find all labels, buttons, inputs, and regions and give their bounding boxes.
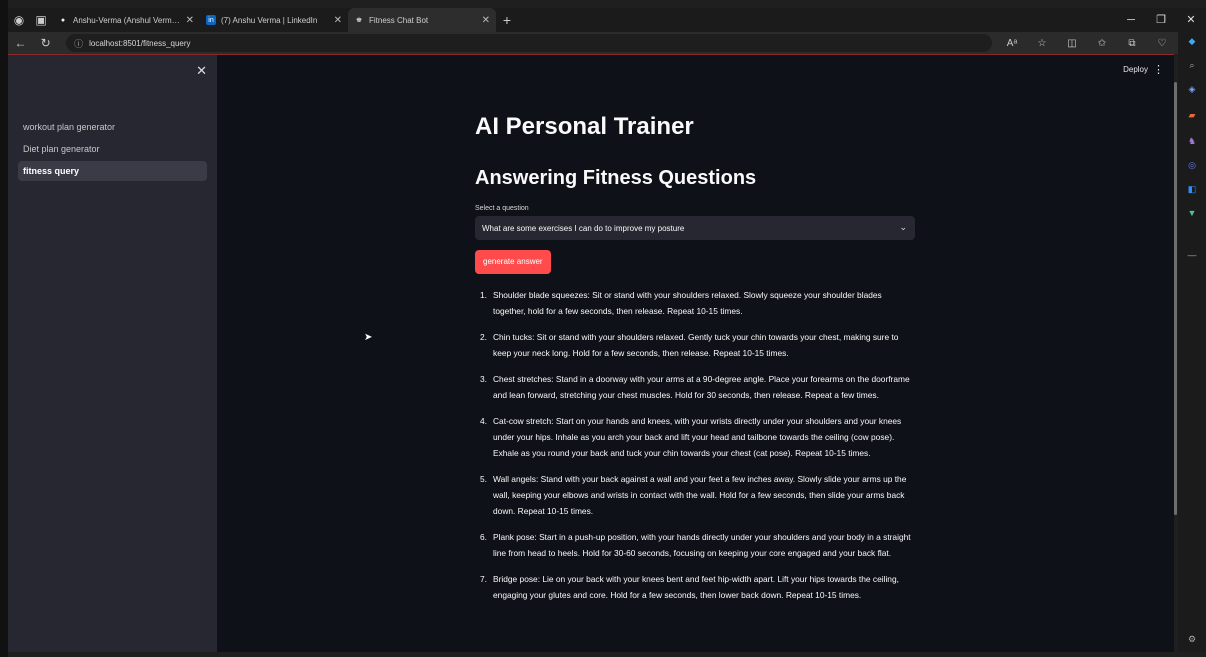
favorites-icon[interactable]: ✩ [1088,38,1116,49]
chevron-down-icon: ⌄ [899,222,907,232]
games-icon[interactable]: ♞ [1184,136,1200,148]
sidebar-item-fitness-query[interactable]: fitness query [18,161,207,181]
browser-window: ◉ ▣ ● Anshu-Verma (Anshul Verma) · Git ✕… [0,0,1206,657]
linkedin-icon: in [206,15,216,25]
site-info-icon[interactable]: ⓘ [74,37,83,50]
mouse-cursor-icon: ➤ [364,332,373,343]
app-icon: ♚ [355,17,363,24]
url-field[interactable]: ⓘ localhost:8501/fitness_query [66,34,992,52]
list-text: Chest stretches: Stand in a doorway with… [493,374,910,400]
close-window-icon[interactable]: ✕ [1176,8,1206,32]
settings-icon[interactable]: ⚙ [1184,634,1200,646]
tab-github[interactable]: ● Anshu-Verma (Anshul Verma) · Git ✕ [52,8,200,32]
close-sidebar-icon[interactable]: ✕ [196,63,207,79]
list-text: Cat-cow stretch: Start on your hands and… [493,416,902,458]
address-bar: ← ↻ ⓘ localhost:8501/fitness_query Aᵃ ☆ … [8,32,1206,54]
list-item: 6. Plank pose: Start in a push-up positio… [475,529,915,561]
question-select[interactable]: What are some exercises I can do to impr… [475,216,915,240]
page-subtitle: Answering Fitness Questions [475,167,757,189]
window-controls: ─ ❐ ✕ [1116,8,1206,32]
github-icon: ● [60,16,66,24]
tab-label: Anshu-Verma (Anshul Verma) · Git [73,15,181,25]
split-screen-icon[interactable]: ◫ [1058,38,1086,49]
tab-bar: ◉ ▣ ● Anshu-Verma (Anshul Verma) · Git ✕… [8,8,1206,32]
main-area: Deploy ⋮ AI Personal Trainer Answering F… [217,55,1174,652]
page-scrollbar[interactable] [1174,82,1177,515]
url-text: localhost:8501/fitness_query [89,38,191,48]
list-number: 2. [480,332,487,342]
sidebar-item-diet-plan-generator[interactable]: Diet plan generator [18,139,207,159]
tab-fitness-chat-bot[interactable]: ♚ Fitness Chat Bot ✕ [348,8,496,32]
list-text: Shoulder blade squeezes: Sit or stand wi… [493,290,882,316]
browser-essentials-icon[interactable]: ♡ [1148,38,1176,49]
close-tab-icon[interactable]: ✕ [482,15,490,26]
favorite-icon[interactable]: ☆ [1028,38,1056,49]
list-text: Chin tucks: Sit or stand with your shoul… [493,332,899,358]
toolbar-icons: Aᵃ ☆ ◫ ✩ ⧉ ♡ ⋯ [998,38,1206,49]
generate-answer-button[interactable]: generate answer [475,250,551,274]
tools-icon[interactable]: ▰ [1184,110,1200,122]
content-block: AI Personal Trainer Answering Fitness Qu… [475,113,915,613]
read-aloud-icon[interactable]: Aᵃ [998,38,1026,49]
minimize-icon[interactable]: ─ [1116,8,1146,32]
question-select-label: Select a question [475,205,529,212]
shopping-icon[interactable]: ◈ [1184,84,1200,96]
list-number: 1. [480,290,487,300]
list-number: 3. [480,374,487,384]
list-number: 4. [480,416,487,426]
sidebar: ✕ workout plan generator Diet plan gener… [8,55,217,652]
tab-linkedin[interactable]: in (7) Anshu Verma | LinkedIn ✕ [200,8,348,32]
list-number: 7. [480,574,487,584]
tab-label: Fitness Chat Bot [369,15,429,25]
list-item: 3. Chest stretches: Stand in a doorway wi… [475,371,915,403]
list-item: 7. Bridge pose: Lie on your back with you… [475,571,915,603]
drop-icon[interactable]: ▼ [1184,208,1200,220]
list-item: 2. Chin tucks: Sit or stand with your sho… [475,329,915,361]
list-text: Plank pose: Start in a push-up position,… [493,532,911,558]
close-tab-icon[interactable]: ✕ [334,15,342,26]
list-item: 4. Cat-cow stretch: Start on your hands a… [475,413,915,461]
add-app-icon[interactable]: — [1184,250,1200,262]
refresh-icon[interactable]: ↻ [33,36,58,50]
answer-list: 1. Shoulder blade squeezes: Sit or stand … [475,287,915,603]
new-tab-icon[interactable]: + [496,12,518,28]
sidebar-item-workout-plan-generator[interactable]: workout plan generator [18,117,207,137]
background-window-edge [0,0,8,657]
list-text: Bridge pose: Lie on your back with your … [493,574,899,600]
collections-icon[interactable]: ⧉ [1118,38,1146,49]
deploy-button[interactable]: Deploy [1123,65,1148,74]
close-tab-icon[interactable]: ✕ [186,15,194,26]
back-icon[interactable]: ← [8,36,33,50]
edge-sidebar: ◆ ⌕ ◈ ▰ ♞ ◎ ◧ ▼ — ⚙ [1178,32,1206,652]
outlook-icon[interactable]: ◧ [1184,184,1200,196]
list-item: 1. Shoulder blade squeezes: Sit or stand … [475,287,915,319]
search-icon[interactable]: ⌕ [1184,60,1200,72]
tab-label: (7) Anshu Verma | LinkedIn [221,15,318,25]
tab-actions-icon[interactable]: ▣ [30,9,52,31]
copilot-icon[interactable]: ◆ [1184,36,1200,48]
list-item: 5. Wall angels: Stand with your back agai… [475,471,915,519]
microsoft-365-icon[interactable]: ◎ [1184,160,1200,172]
restore-icon[interactable]: ❐ [1146,8,1176,32]
question-select-value: What are some exercises I can do to impr… [482,223,685,233]
profile-icon[interactable]: ◉ [8,9,30,31]
list-number: 5. [480,474,487,484]
page-title: AI Personal Trainer [475,113,694,140]
list-number: 6. [480,532,487,542]
main-menu-icon[interactable]: ⋮ [1153,63,1164,76]
list-text: Wall angels: Stand with your back agains… [493,474,907,516]
